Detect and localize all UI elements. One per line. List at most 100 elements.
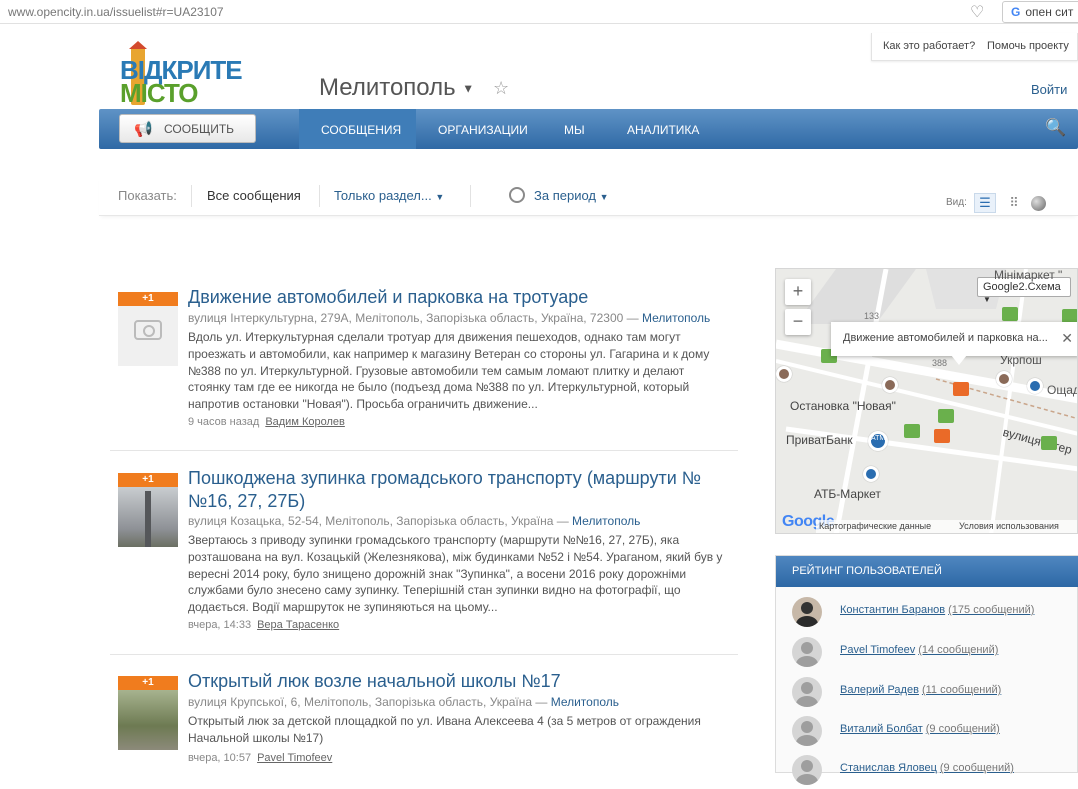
post-office-icon (776, 366, 792, 382)
search-icon[interactable]: 🔍 (1045, 118, 1066, 138)
issue-body: Звертаюсь з приводу зупинки громадського… (188, 533, 723, 615)
filter-category-dropdown[interactable]: Только раздел... ▼ (334, 188, 444, 203)
issue-time: вчера, 10:57 (188, 752, 252, 764)
map-number-label: 133 (864, 311, 880, 321)
rating-user-link[interactable]: Станислав Яловец (9 сообщений) (840, 762, 1014, 774)
issue-city-link[interactable]: Мелитополь (642, 311, 710, 325)
divider (319, 185, 320, 207)
map-popup-text[interactable]: Движение автомобилей и парковка на... (843, 332, 1048, 344)
nav-organizations[interactable]: ОРГАНИЗАЦИИ (438, 123, 528, 137)
issue-address-text: вулиця Інтеркультурна, 279А, Мелітополь,… (188, 311, 639, 325)
rating-user-name: Станислав Яловец (840, 762, 937, 774)
rating-user-name: Константин Баранов (840, 604, 946, 616)
issue-address: вулиця Крупської, 6, Мелітополь, Запоріз… (188, 695, 619, 709)
issue-author-link[interactable]: Вера Тарасенко (257, 619, 339, 631)
map-terms-link[interactable]: Условия использования (959, 521, 1059, 531)
issue-author-link[interactable]: Вадим Королев (265, 416, 345, 428)
nav-analytics[interactable]: АНАЛИТИКА (627, 123, 699, 137)
caret-down-icon: ▼ (599, 192, 609, 202)
browser-search-box[interactable]: Gопен сит (1002, 1, 1078, 23)
issue-meta: вчера, 10:57 Pavel Timofeev (188, 752, 332, 764)
map-label-oshchad: Ощад (1047, 383, 1078, 397)
nav-messages[interactable]: СООБЩЕНИЯ (321, 123, 401, 137)
rating-user-link[interactable]: Pavel Timofeev (14 сообщений) (840, 644, 998, 656)
issue-marker-icon[interactable] (938, 409, 954, 423)
rating-user-name: Pavel Timofeev (840, 644, 916, 656)
vote-badge[interactable]: +1 (118, 676, 178, 690)
issue-body: Открытый люк за детской площадкой по ул.… (188, 714, 701, 745)
issue-thumbnail[interactable] (118, 487, 178, 547)
how-it-works-link[interactable]: Как это работает? (883, 40, 975, 52)
atm-icon: ATM (868, 431, 888, 451)
rating-title: РЕЙТИНГ ПОЛЬЗОВАТЕЛЕЙ (776, 556, 1078, 587)
browser-search-text: опен сит (1025, 5, 1074, 19)
heart-icon[interactable]: ♡ (970, 2, 984, 22)
issue-title[interactable]: Пошкоджена зупинка громадського транспор… (188, 467, 728, 513)
rating-user-count: (9 сообщений) (939, 762, 1014, 774)
rating-user: Валерий Радев (11 сообщений) (792, 677, 1072, 711)
rating-user-count: (11 сообщений) (921, 684, 1002, 696)
site-logo[interactable]: ВІДКРИТЕ МІСТО (118, 41, 258, 108)
issue-city-link[interactable]: Мелитополь (572, 514, 640, 528)
rating-user-link[interactable]: Валерий Радев (11 сообщений) (840, 684, 1001, 696)
map-data-link[interactable]: Картографические данные (819, 521, 931, 531)
avatar[interactable] (792, 597, 822, 627)
report-button-label: СООБЩИТЬ (164, 122, 235, 136)
caret-down-icon: ▼ (983, 295, 991, 304)
vote-badge[interactable]: +1 (118, 292, 178, 306)
report-button[interactable]: 📢 СООБЩИТЬ (119, 114, 256, 143)
map-info-popup[interactable]: Движение автомобилей и парковка на... ✕ (831, 322, 1077, 356)
issue-marker-icon[interactable] (1002, 307, 1018, 321)
map-number-label: 388 (932, 358, 948, 368)
grid-view-icon[interactable]: ⠿ (1004, 193, 1024, 213)
caret-down-icon: ▼ (435, 192, 445, 202)
zoom-in-button[interactable]: + (785, 279, 811, 305)
issue-time: вчера, 14:33 (188, 619, 252, 631)
issue-thumbnail[interactable] (118, 690, 178, 750)
issue-title[interactable]: Движение автомобилей и парковка на троту… (188, 286, 728, 309)
avatar[interactable] (792, 755, 822, 785)
post-office-icon (996, 371, 1012, 387)
address-bar[interactable]: www.opencity.in.ua/issuelist#r=UA23107 (8, 5, 224, 19)
shopping-cart-icon (863, 466, 879, 482)
filter-category-label: Только раздел... (334, 188, 432, 203)
issue-author-link[interactable]: Pavel Timofeev (257, 752, 332, 764)
avatar[interactable] (792, 716, 822, 746)
map-label-bank: ПриватБанк (786, 433, 853, 447)
issue-city-link[interactable]: Мелитополь (551, 695, 619, 709)
list-view-icon[interactable]: ☰ (974, 193, 996, 213)
selected-marker-icon[interactable] (953, 382, 969, 396)
issue-marker-icon[interactable] (934, 429, 950, 443)
issue-marker-icon[interactable] (1041, 436, 1057, 450)
google-g-icon: G (1011, 5, 1021, 19)
zoom-out-button[interactable]: − (785, 309, 811, 335)
vote-badge[interactable]: +1 (118, 473, 178, 487)
map-widget[interactable]: + − Google2.Схема ▼ 133 388 Мінімаркет "… (775, 268, 1078, 534)
map-view-icon[interactable] (1031, 196, 1046, 211)
show-label: Показать: (118, 188, 177, 203)
city-selector[interactable]: Мелитополь ▼ (319, 74, 474, 102)
issue-meta: вчера, 14:33 Вера Тарасенко (188, 619, 339, 631)
map-label-market: АТБ-Маркет (814, 487, 881, 501)
help-project-link[interactable]: Помочь проекту (987, 40, 1069, 52)
close-icon[interactable]: ✕ (1061, 330, 1073, 347)
filter-period-dropdown[interactable]: За период ▼ (534, 188, 609, 203)
nav-about-us[interactable]: МЫ (564, 123, 585, 137)
issue-marker-icon[interactable] (1062, 309, 1077, 323)
filter-all-messages[interactable]: Все сообщения (207, 188, 301, 203)
logo-line-2: МІСТО (120, 78, 198, 108)
rating-user-count: (14 сообщений) (918, 644, 999, 656)
issue-address-text: вулиця Крупської, 6, Мелітополь, Запоріз… (188, 695, 548, 709)
login-link[interactable]: Войти (1031, 82, 1067, 97)
avatar[interactable] (792, 677, 822, 707)
rating-user: Константин Баранов (175 сообщений) (792, 597, 1072, 631)
rating-user-link[interactable]: Константин Баранов (175 сообщений) (840, 604, 1034, 616)
issue-thumbnail[interactable] (118, 306, 178, 366)
star-icon[interactable]: ☆ (493, 78, 509, 99)
filter-period-label: За период (534, 188, 596, 203)
avatar[interactable] (792, 637, 822, 667)
issue-title[interactable]: Открытый люк возле начальной школы №17 (188, 670, 728, 693)
rating-user-link[interactable]: Виталий Болбат (9 сообщений) (840, 723, 1000, 735)
issue-marker-icon[interactable] (904, 424, 920, 438)
rating-user-name: Виталий Болбат (840, 723, 923, 735)
